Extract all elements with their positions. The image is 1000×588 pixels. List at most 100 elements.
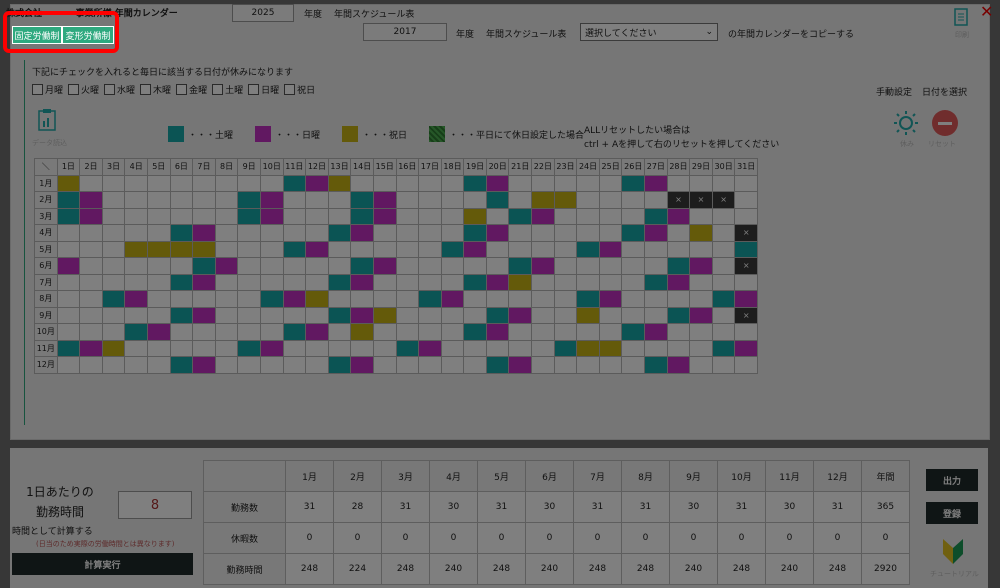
calendar-day-cell[interactable] [689, 306, 713, 324]
calendar-day-cell[interactable] [214, 224, 239, 242]
calendar-day-cell[interactable] [282, 257, 307, 275]
calendar-day-cell[interactable] [485, 273, 510, 291]
calendar-day-cell[interactable] [508, 240, 533, 258]
calendar-day-cell[interactable]: × [689, 191, 713, 209]
calendar-day-cell[interactable] [711, 224, 736, 242]
calendar-day-cell[interactable] [169, 356, 194, 374]
calendar-day-cell[interactable] [711, 273, 736, 291]
calendar-day-cell[interactable] [327, 323, 352, 341]
calendar-day-cell[interactable] [621, 339, 646, 357]
calendar-day-cell[interactable] [711, 323, 736, 341]
calendar-day-cell[interactable] [395, 290, 420, 308]
calendar-day-cell[interactable] [418, 306, 442, 324]
calendar-day-cell[interactable] [192, 323, 216, 341]
calendar-day-cell[interactable] [192, 174, 216, 192]
calendar-day-cell[interactable] [169, 207, 194, 225]
calendar-day-cell[interactable] [192, 191, 216, 209]
calendar-day-cell[interactable] [305, 191, 329, 209]
calendar-day-cell[interactable] [598, 174, 623, 192]
calendar-day-cell[interactable] [666, 290, 691, 308]
calendar-day-cell[interactable] [101, 339, 126, 357]
calendar-day-cell[interactable] [531, 257, 555, 275]
calendar-day-cell[interactable]: × [734, 306, 758, 324]
calendar-day-cell[interactable] [237, 290, 261, 308]
calendar-day-cell[interactable] [214, 290, 239, 308]
calendar-day-cell[interactable] [553, 290, 578, 308]
calendar-day-cell[interactable] [395, 174, 420, 192]
calendar-day-cell[interactable] [395, 339, 420, 357]
sun-icon[interactable] [893, 110, 919, 140]
calendar-day-cell[interactable] [734, 323, 758, 341]
calendar-day-cell[interactable] [463, 174, 487, 192]
calendar-day-cell[interactable] [101, 174, 126, 192]
calendar-day-cell[interactable] [124, 356, 148, 374]
calendar-day-cell[interactable] [237, 356, 261, 374]
calendar-day-cell[interactable] [327, 273, 352, 291]
calendar-day-cell[interactable] [576, 306, 600, 324]
print-icon[interactable] [951, 7, 973, 29]
calendar-day-cell[interactable] [621, 174, 646, 192]
calendar-day-cell[interactable] [576, 339, 600, 357]
calendar-day-cell[interactable] [237, 191, 261, 209]
calendar-day-cell[interactable] [169, 257, 194, 275]
calendar-day-cell[interactable] [508, 356, 533, 374]
weekday-checkbox[interactable]: 金曜 [176, 83, 207, 96]
clipboard-icon[interactable] [36, 108, 58, 136]
calendar-day-cell[interactable] [56, 207, 81, 225]
calendar-day-cell[interactable] [598, 339, 623, 357]
calendar-day-cell[interactable] [237, 224, 261, 242]
calendar-day-cell[interactable] [169, 273, 194, 291]
calendar-day-cell[interactable] [644, 306, 668, 324]
calendar-day-cell[interactable] [621, 191, 646, 209]
calendar-day-cell[interactable] [259, 207, 284, 225]
weekday-checkbox[interactable]: 月曜 [32, 83, 63, 96]
calendar-day-cell[interactable] [146, 290, 171, 308]
calendar-day-cell[interactable] [485, 224, 510, 242]
calendar-day-cell[interactable] [350, 257, 374, 275]
calendar-day-cell[interactable] [237, 174, 261, 192]
calendar-day-cell[interactable] [101, 207, 126, 225]
calendar-day-cell[interactable] [79, 174, 103, 192]
calendar-day-cell[interactable] [485, 257, 510, 275]
calendar-day-cell[interactable] [327, 257, 352, 275]
calendar-day-cell[interactable] [282, 306, 307, 324]
checkbox-box[interactable] [68, 84, 80, 95]
calendar-day-cell[interactable] [350, 191, 374, 209]
calendar-day-cell[interactable] [305, 290, 329, 308]
calendar-day-cell[interactable] [440, 306, 465, 324]
checkbox-box[interactable] [32, 84, 43, 95]
calendar-day-cell[interactable] [621, 207, 646, 225]
calendar-day-cell[interactable] [192, 207, 216, 225]
calendar-day-cell[interactable] [372, 290, 397, 308]
checkbox-box[interactable] [104, 84, 116, 95]
calendar-day-cell[interactable] [56, 257, 81, 275]
calendar-day-cell[interactable] [327, 339, 352, 357]
calendar-day-cell[interactable] [576, 290, 600, 308]
calendar-day-cell[interactable] [124, 306, 148, 324]
calendar-day-cell[interactable] [440, 273, 465, 291]
calendar-day-cell[interactable] [350, 224, 374, 242]
calendar-day-cell[interactable] [146, 339, 171, 357]
calendar-day-cell[interactable] [463, 257, 487, 275]
calendar-day-cell[interactable] [711, 339, 736, 357]
calendar-day-cell[interactable] [56, 306, 81, 324]
calendar-day-cell[interactable] [463, 356, 487, 374]
calendar-day-cell[interactable] [395, 356, 420, 374]
checkbox-box[interactable] [248, 84, 260, 95]
calendar-day-cell[interactable] [350, 240, 374, 258]
calendar-day-cell[interactable] [146, 191, 171, 209]
calendar-day-cell[interactable] [689, 240, 713, 258]
calendar-day-cell[interactable] [395, 257, 420, 275]
calendar-day-cell[interactable] [463, 240, 487, 258]
calendar-day-cell[interactable] [395, 224, 420, 242]
calc-execute-button[interactable]: 計算実行 [12, 553, 193, 575]
calendar-day-cell[interactable] [418, 273, 442, 291]
calendar-day-cell[interactable] [192, 356, 216, 374]
calendar-day-cell[interactable] [666, 273, 691, 291]
calendar-day-cell[interactable] [644, 273, 668, 291]
calendar-day-cell[interactable] [395, 191, 420, 209]
calendar-day-cell[interactable] [598, 273, 623, 291]
calendar-day-cell[interactable] [79, 224, 103, 242]
calendar-day-cell[interactable] [214, 240, 239, 258]
calendar-day-cell[interactable] [282, 323, 307, 341]
